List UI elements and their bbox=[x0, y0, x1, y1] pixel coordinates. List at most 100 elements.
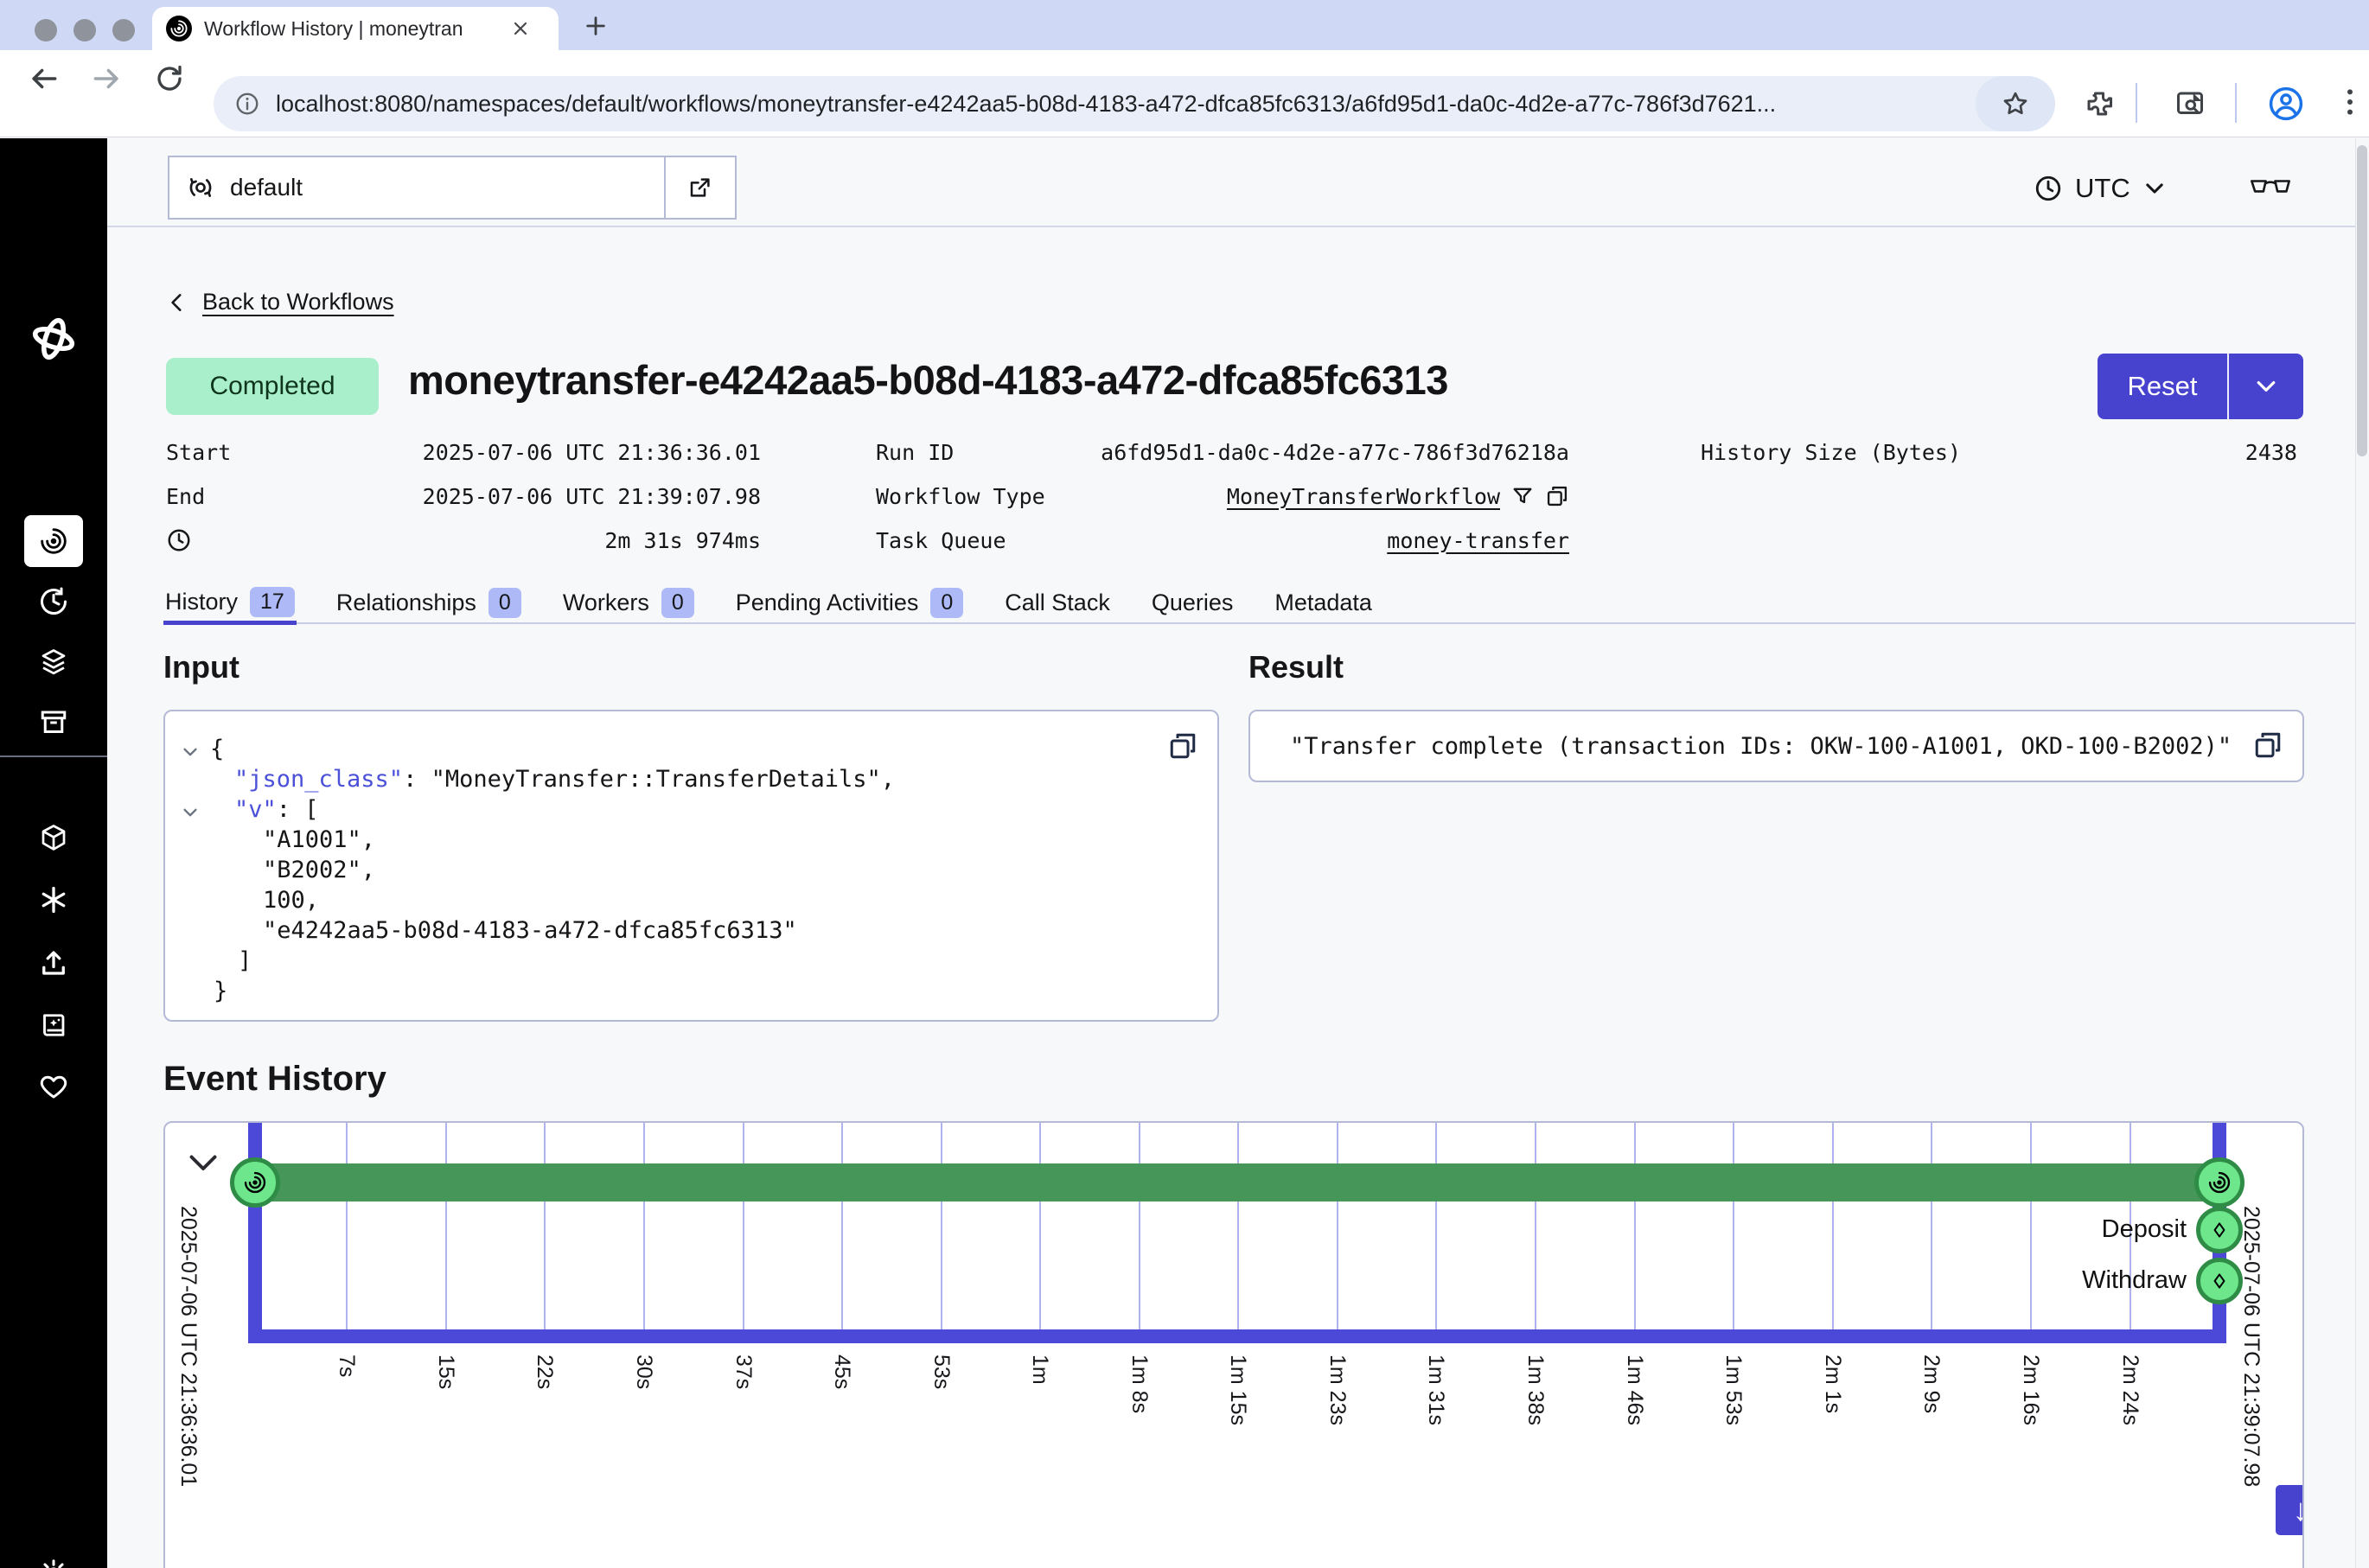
back-icon[interactable] bbox=[28, 62, 61, 95]
tick-label: 2m 1s bbox=[1820, 1354, 1845, 1413]
namespace-open-external-button[interactable] bbox=[664, 157, 735, 218]
copy-icon[interactable] bbox=[1545, 484, 1569, 508]
tab-workers[interactable]: Workers 0 bbox=[561, 579, 696, 622]
tick-label: 1m 23s bbox=[1325, 1354, 1350, 1425]
extensions-icon[interactable] bbox=[2084, 88, 2115, 119]
timeline-collapse-chevron-icon[interactable] bbox=[188, 1152, 219, 1175]
sidebar-item-feedback[interactable] bbox=[38, 1071, 69, 1102]
input-code-box: { "json_class": "MoneyTransfer::Transfer… bbox=[163, 710, 1219, 1022]
workflow-type-link[interactable]: MoneyTransferWorkflow bbox=[1227, 484, 1500, 509]
sidebar-item-archive[interactable] bbox=[38, 707, 69, 738]
timezone-label: UTC bbox=[2075, 173, 2130, 204]
side-panel-search-icon[interactable] bbox=[2173, 88, 2207, 119]
tick-label: 2m 24s bbox=[2117, 1354, 2142, 1425]
task-queue-link[interactable]: money-transfer bbox=[1387, 528, 1569, 553]
tick-label: 1m 38s bbox=[1523, 1354, 1548, 1425]
reset-button[interactable]: Reset bbox=[2098, 354, 2229, 419]
browser-tab[interactable]: Workflow History | moneytran bbox=[152, 7, 559, 50]
reload-icon[interactable] bbox=[154, 63, 185, 94]
bookmark-star-icon[interactable] bbox=[2001, 89, 2030, 118]
workflow-complete-event-marker[interactable] bbox=[2194, 1157, 2244, 1208]
window-close-dot[interactable] bbox=[35, 19, 57, 41]
history-size-value: 2438 bbox=[2245, 440, 2297, 465]
json-line: "json_class": "MoneyTransfer::TransferDe… bbox=[234, 764, 1217, 794]
browser-menu-kebab-icon[interactable] bbox=[2333, 85, 2367, 119]
profile-avatar-icon[interactable] bbox=[2267, 85, 2305, 123]
gridline bbox=[1139, 1123, 1140, 1330]
namespace-name: default bbox=[230, 174, 303, 201]
theme-toggle-sun-icon[interactable] bbox=[38, 1558, 69, 1568]
sidebar-item-schedules[interactable] bbox=[38, 586, 69, 617]
deposit-activity-marker[interactable] bbox=[2196, 1207, 2243, 1253]
json-line: 100, bbox=[263, 885, 1217, 915]
detail-row-task-queue: Task Queue money-transfer bbox=[876, 523, 1569, 558]
scrollbar-thumb[interactable] bbox=[2357, 145, 2367, 456]
start-label: Start bbox=[166, 440, 231, 465]
address-bar[interactable]: localhost:8080/namespaces/default/workfl… bbox=[214, 76, 2055, 131]
detail-row-workflow-type: Workflow Type MoneyTransferWorkflow bbox=[876, 479, 1569, 513]
codec-glasses-icon[interactable] bbox=[2248, 175, 2293, 199]
new-tab-icon[interactable] bbox=[584, 14, 608, 38]
detail-row-start: Start 2025-07-06 UTC 21:36:36.01 bbox=[166, 435, 761, 469]
tab-relationships[interactable]: Relationships 0 bbox=[335, 579, 523, 622]
copy-icon[interactable] bbox=[2252, 730, 2283, 761]
gridline bbox=[1535, 1123, 1536, 1330]
scroll-to-bottom-button[interactable]: ↓ bbox=[2276, 1485, 2304, 1535]
task-queue-label: Task Queue bbox=[876, 528, 1006, 553]
tab-queries[interactable]: Queries bbox=[1150, 579, 1236, 622]
sidebar-item-labs[interactable] bbox=[38, 884, 69, 915]
json-line: "e4242aa5-b08d-4183-a472-dfca85fc6313" bbox=[263, 915, 1217, 946]
end-label: End bbox=[166, 484, 205, 509]
namespace-selector[interactable]: default bbox=[168, 156, 737, 220]
activity-row-label[interactable]: Deposit bbox=[1938, 1215, 2187, 1244]
gridline bbox=[1634, 1123, 1636, 1330]
tab-metadata[interactable]: Metadata bbox=[1273, 579, 1374, 622]
sidebar-item-import[interactable] bbox=[38, 947, 69, 978]
tab-call-stack[interactable]: Call Stack bbox=[1003, 579, 1112, 622]
tab-close-icon[interactable] bbox=[510, 18, 531, 39]
site-info-icon[interactable] bbox=[234, 91, 260, 117]
sidebar-divider bbox=[0, 755, 107, 757]
back-to-workflows-link[interactable]: Back to Workflows bbox=[166, 289, 394, 316]
external-link-icon bbox=[687, 175, 713, 201]
chevron-left-icon bbox=[166, 290, 188, 316]
url-text[interactable]: localhost:8080/namespaces/default/workfl… bbox=[276, 91, 2040, 118]
sidebar-item-workflows[interactable] bbox=[24, 515, 83, 567]
tab-count-badge: 0 bbox=[488, 588, 521, 618]
status-badge: Completed bbox=[166, 358, 379, 415]
activity-row-label[interactable]: Withdraw bbox=[1938, 1266, 2187, 1295]
workflow-start-event-marker[interactable] bbox=[230, 1157, 280, 1208]
axis-bottom-bar bbox=[248, 1329, 2226, 1343]
temporal-logo-icon[interactable] bbox=[29, 315, 78, 363]
reset-menu-button[interactable] bbox=[2229, 354, 2303, 419]
window-minimize-dot[interactable] bbox=[73, 19, 96, 41]
chevron-down-icon bbox=[2142, 176, 2167, 201]
window-zoom-dot[interactable] bbox=[112, 19, 135, 41]
collapse-chevron-icon[interactable] bbox=[181, 743, 200, 762]
withdraw-activity-marker[interactable] bbox=[2196, 1258, 2243, 1304]
screen: Workflow History | moneytran localhost:8… bbox=[0, 0, 2369, 1568]
sidebar-item-batch-operations[interactable] bbox=[38, 647, 69, 678]
run-id-value: a6fd95d1-da0c-4d2e-a77c-786f3d76218a bbox=[1101, 440, 1569, 465]
copy-icon[interactable] bbox=[1167, 730, 1198, 762]
input-heading: Input bbox=[163, 649, 239, 685]
tick-label: 30s bbox=[631, 1354, 656, 1389]
browser-tab-strip: Workflow History | moneytran bbox=[0, 0, 2369, 50]
workflow-execution-span[interactable] bbox=[255, 1163, 2219, 1201]
filter-funnel-icon[interactable] bbox=[1510, 484, 1535, 508]
tab-pending-activities[interactable]: Pending Activities 0 bbox=[734, 579, 966, 622]
namespace-cycle-icon bbox=[187, 174, 214, 201]
sidebar-item-docs[interactable] bbox=[38, 1010, 69, 1041]
collapse-chevron-icon[interactable] bbox=[181, 803, 200, 822]
gridline bbox=[1337, 1123, 1338, 1330]
gridline bbox=[743, 1123, 744, 1330]
timezone-selector[interactable]: UTC bbox=[2034, 171, 2167, 206]
tab-history[interactable]: History 17 bbox=[163, 579, 297, 625]
reset-split-button: Reset bbox=[2098, 354, 2303, 419]
forward-icon[interactable] bbox=[90, 62, 123, 95]
sidebar-item-codec-server[interactable] bbox=[38, 822, 69, 853]
tab-title: Workflow History | moneytran bbox=[204, 17, 498, 41]
favicon-temporal bbox=[166, 16, 192, 41]
duration-clock-icon bbox=[166, 527, 192, 553]
result-heading: Result bbox=[1248, 649, 1344, 685]
